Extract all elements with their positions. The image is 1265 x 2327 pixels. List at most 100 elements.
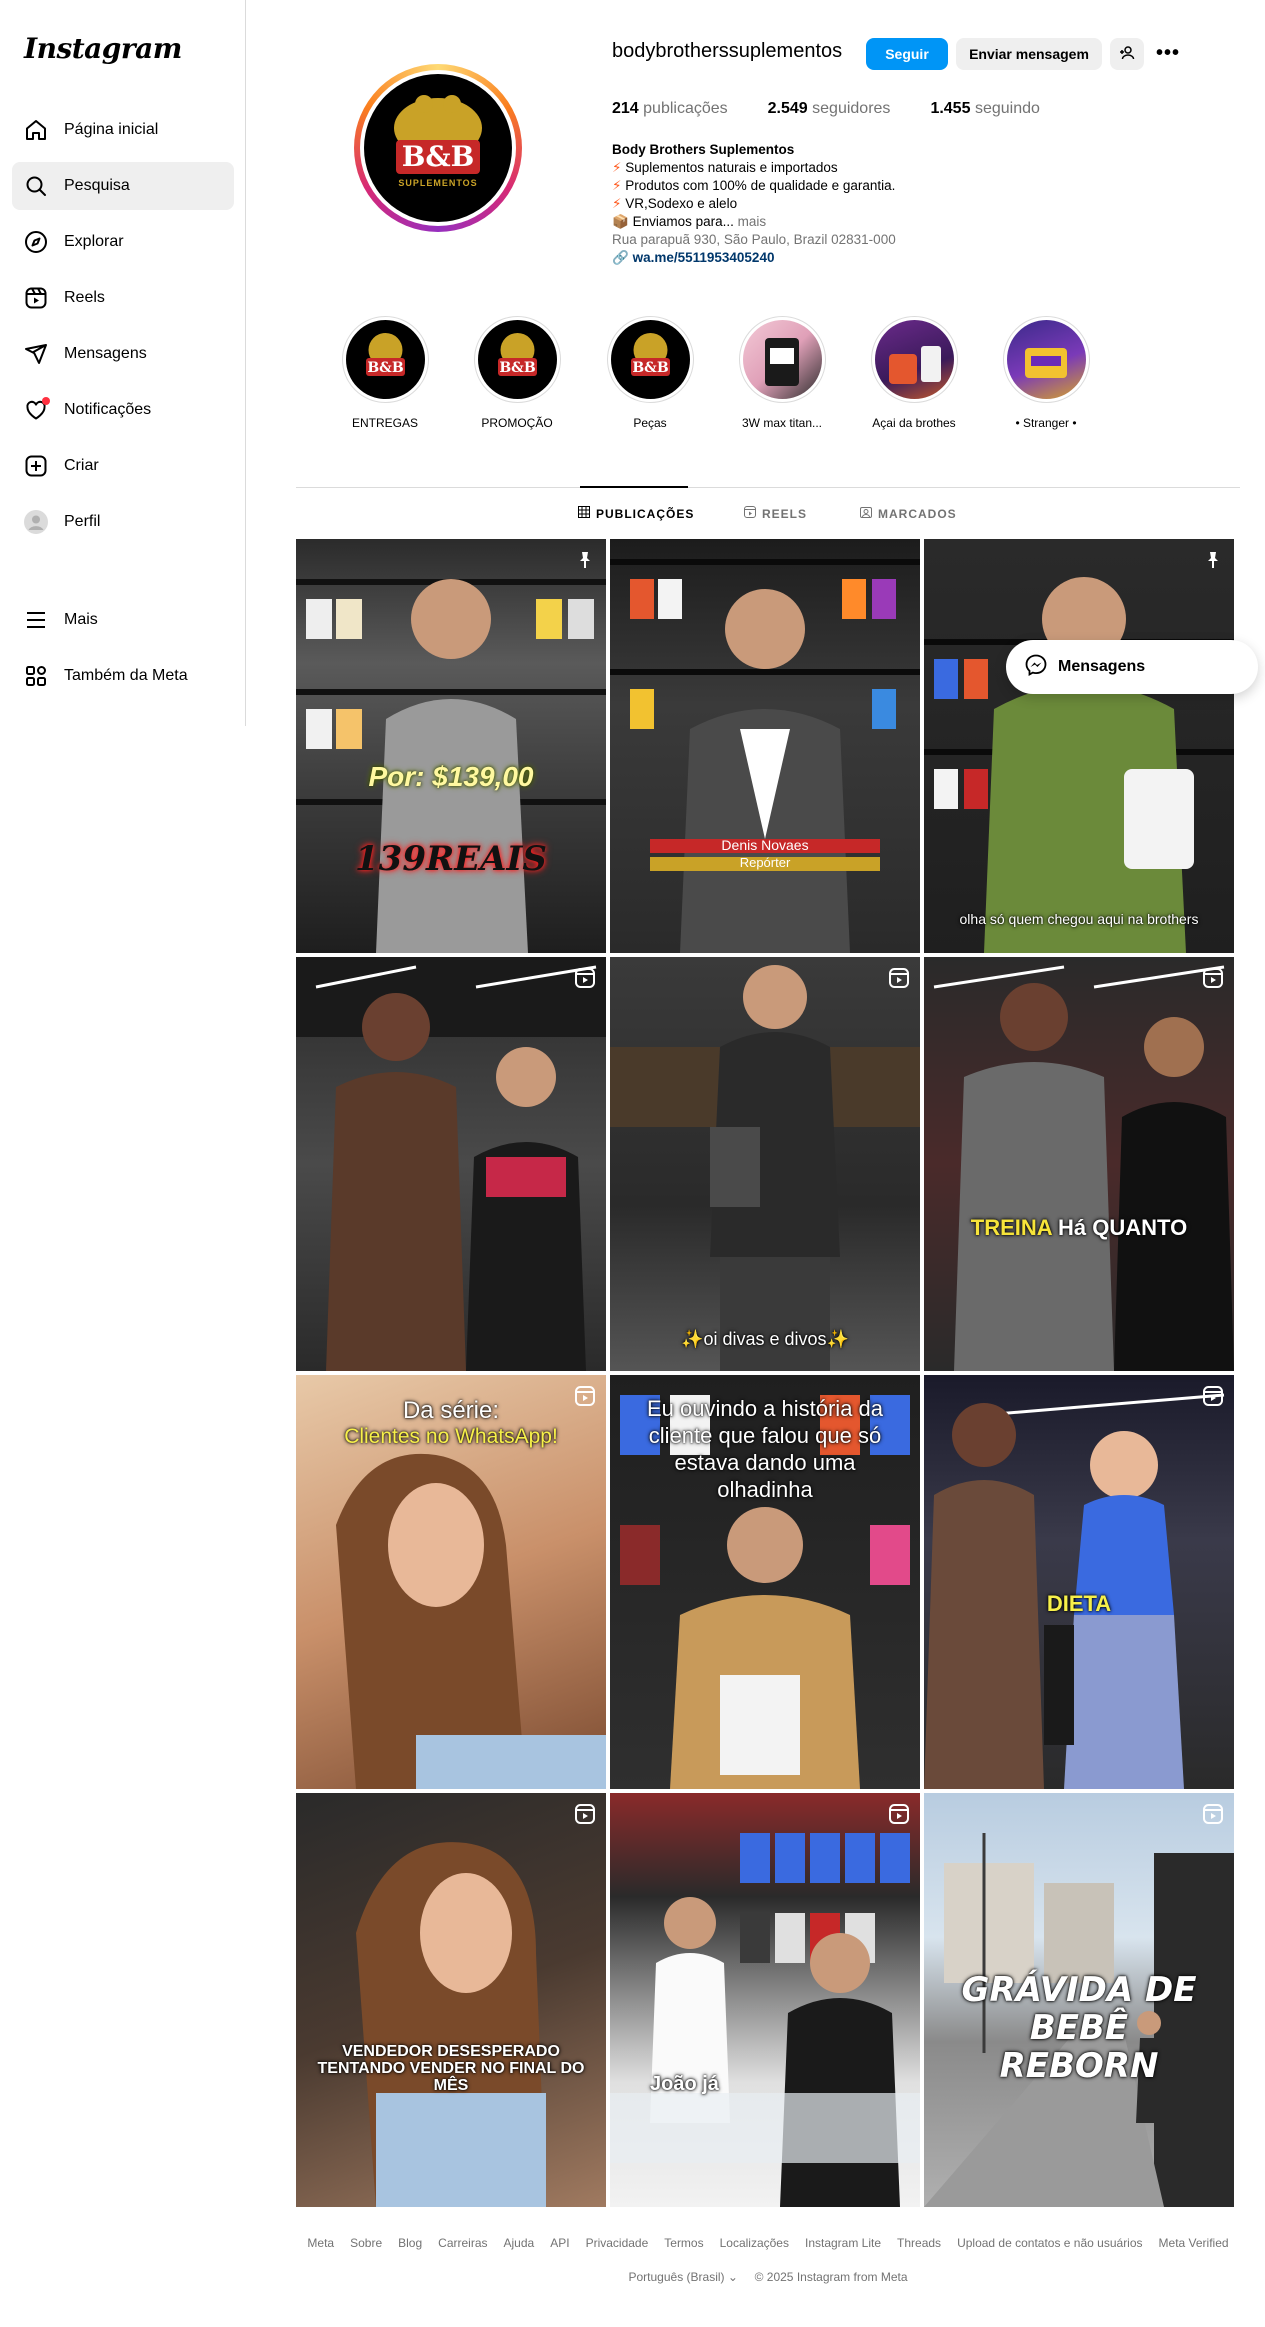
post-thumbnail[interactable]: Denis Novaes Repórter <box>610 539 920 953</box>
highlight-cover: B&B <box>345 320 425 399</box>
pin-icon <box>574 549 596 571</box>
highlight-item[interactable]: • Stranger • <box>1001 316 1091 430</box>
tab-tagged[interactable]: MARCADOS <box>860 506 957 521</box>
heart-icon <box>24 397 50 422</box>
footer-link[interactable]: Carreiras <box>438 2236 487 2250</box>
suggest-user-button[interactable] <box>1110 38 1144 70</box>
post-thumbnail[interactable]: GRÁVIDA DE BEBÊ REBORN <box>924 1793 1234 2207</box>
avatar-logo-text: B&B <box>401 140 475 173</box>
svg-text:B&B: B&B <box>632 360 668 376</box>
reels-icon <box>24 286 48 310</box>
sidebar-item-label: Mais <box>64 611 98 628</box>
sidebar-item-label: Explorar <box>64 233 124 250</box>
footer-link[interactable]: Meta Verified <box>1159 2236 1229 2250</box>
tab-label: MARCADOS <box>878 506 957 521</box>
highlight-item[interactable]: B&B Peças <box>605 316 695 430</box>
post-thumbnail[interactable]: DIETA <box>924 1375 1234 1789</box>
post-caption: TREINA Há QUANTO <box>970 1215 1188 1240</box>
send-message-button[interactable]: Enviar mensagem <box>956 38 1102 70</box>
highlight-item[interactable]: B&B PROMOÇÃO <box>472 316 562 430</box>
footer-link[interactable]: Sobre <box>350 2236 382 2250</box>
profile-avatar-story-ring[interactable]: B&B SUPLEMENTOS <box>354 64 522 232</box>
highlight-label: PROMOÇÃO <box>481 416 553 430</box>
footer-link[interactable]: Blog <box>398 2236 422 2250</box>
posts-count: 214 publicações <box>612 100 728 117</box>
bio-link-row[interactable]: 🔗 wa.me/5511953405240 <box>612 249 932 267</box>
sidebar-item-home[interactable]: Página inicial <box>12 106 234 154</box>
post-caption: Por: $139,00 <box>368 761 534 792</box>
post-caption: Da série: <box>402 1397 500 1424</box>
reel-icon <box>1202 1385 1224 1407</box>
footer-link[interactable]: Instagram Lite <box>805 2236 881 2250</box>
more-options-icon[interactable]: ••• <box>1156 42 1180 65</box>
compass-icon <box>24 230 48 254</box>
post-caption: olha só quem chegou aqui na brothers <box>959 911 1199 927</box>
post-thumbnail[interactable]: Por: $139,00 139REAIS <box>296 539 606 953</box>
bio-line: ⚡ Produtos com 100% de qualidade e garan… <box>612 178 896 193</box>
profile-avatar-image: B&B SUPLEMENTOS <box>364 74 512 222</box>
floating-messages-label: Mensagens <box>1058 658 1146 675</box>
post-thumbnail[interactable]: João já <box>610 1793 920 2207</box>
floating-messages-button[interactable]: Mensagens <box>1006 640 1258 694</box>
bio-link[interactable]: wa.me/5511953405240 <box>633 250 775 265</box>
bio-address[interactable]: Rua parapuã 930, São Paulo, Brazil 02831… <box>612 231 932 249</box>
post-caption: Denis Novaes <box>721 837 809 853</box>
bio-line: 📦 Enviamos para... mais <box>612 214 767 229</box>
highlight-label: • Stranger • <box>1015 416 1077 430</box>
highlight-label: Açai da brothes <box>872 416 956 430</box>
post-caption: GRÁVIDA DE BEBÊ REBORN <box>961 1970 1197 2086</box>
bio-more-link[interactable]: mais <box>738 214 767 229</box>
tab-reels[interactable]: REELS <box>744 506 807 521</box>
footer-link[interactable]: Upload de contatos e não usuários <box>957 2236 1142 2250</box>
post-caption: Repórter <box>739 855 791 870</box>
follow-button[interactable]: Seguir <box>866 38 948 70</box>
followers-count[interactable]: 2.549 seguidores <box>768 100 891 118</box>
highlight-cover: B&B <box>610 320 690 399</box>
post-thumbnail[interactable]: VENDEDOR DESESPERADO TENTANDO VENDER NO … <box>296 1793 606 2207</box>
sidebar-item-search[interactable]: Pesquisa <box>12 162 234 210</box>
home-icon <box>24 118 48 142</box>
sidebar-item-messages[interactable]: Mensagens <box>12 330 234 378</box>
post-thumbnail[interactable] <box>296 957 606 1371</box>
sidebar-item-create[interactable]: Criar <box>12 442 234 490</box>
footer-link[interactable]: Privacidade <box>586 2236 649 2250</box>
svg-text:B&B: B&B <box>499 360 535 376</box>
highlight-item[interactable]: B&B ENTREGAS <box>340 316 430 430</box>
post-thumbnail[interactable]: Eu ouvindo a história da cliente que fal… <box>610 1375 920 1789</box>
sidebar-item-notifications[interactable]: Notificações <box>12 386 234 434</box>
instagram-logo[interactable]: Instagram <box>24 32 182 65</box>
sidebar-item-meta[interactable]: Também da Meta <box>12 652 234 700</box>
reel-icon <box>574 1803 596 1825</box>
sidebar-item-explore[interactable]: Explorar <box>12 218 234 266</box>
tabs-divider <box>296 487 1240 488</box>
copyright: © 2025 Instagram from Meta <box>754 2270 908 2284</box>
reel-icon <box>1202 967 1224 989</box>
footer-link[interactable]: Meta <box>307 2236 334 2250</box>
link-icon: 🔗 <box>612 250 629 265</box>
sidebar-item-more[interactable]: Mais <box>12 596 234 644</box>
tab-posts[interactable]: PUBLICAÇÕES <box>578 506 694 521</box>
highlight-item[interactable]: Açai da brothes <box>869 316 959 430</box>
package-icon: 📦 <box>612 214 629 229</box>
footer-link[interactable]: Threads <box>897 2236 941 2250</box>
highlight-cover <box>742 320 822 399</box>
language-select[interactable]: Português (Brasil) ⌄ <box>628 2270 737 2284</box>
bio-line: ⚡ Suplementos naturais e importados <box>612 160 838 175</box>
highlight-item[interactable]: 3W max titan... <box>737 316 827 430</box>
bio-line: ⚡ VR,Sodexo e alelo <box>612 196 738 211</box>
post-thumbnail[interactable]: olha só quem chegou aqui na brothers <box>924 539 1234 953</box>
post-caption: Clientes no WhatsApp! <box>344 1425 558 1448</box>
sidebar-item-reels[interactable]: Reels <box>12 274 234 322</box>
sidebar-item-profile[interactable]: Perfil <box>12 498 234 546</box>
footer-link[interactable]: Localizações <box>720 2236 789 2250</box>
profile-username: bodybrotherssuplementos <box>612 40 843 62</box>
footer-link[interactable]: API <box>550 2236 569 2250</box>
footer-link[interactable]: Ajuda <box>504 2236 535 2250</box>
following-count[interactable]: 1.455 seguindo <box>930 100 1039 118</box>
post-thumbnail[interactable]: Da série: Clientes no WhatsApp! <box>296 1375 606 1789</box>
footer-link[interactable]: Termos <box>664 2236 703 2250</box>
post-caption: Eu ouvindo a história da cliente que fal… <box>646 1396 884 1502</box>
post-thumbnail[interactable]: ✨oi divas e divos✨ <box>610 957 920 1371</box>
post-thumbnail[interactable]: TREINA Há QUANTO <box>924 957 1234 1371</box>
lightning-icon: ⚡ <box>612 178 622 193</box>
